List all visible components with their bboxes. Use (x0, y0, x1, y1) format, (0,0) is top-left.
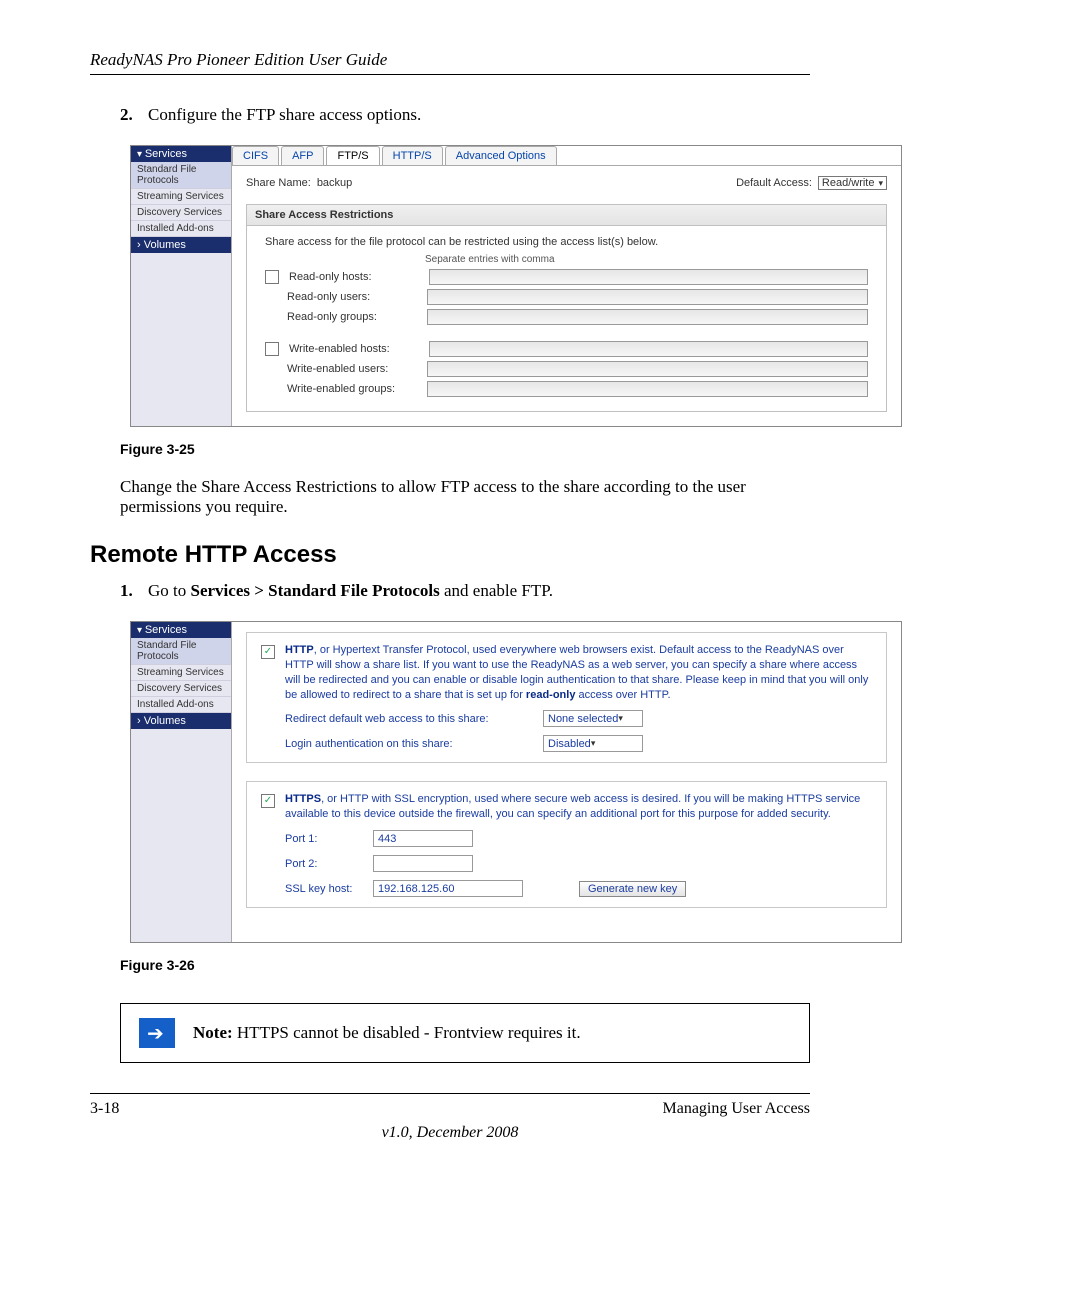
https-text: , or HTTP with SSL encryption, used wher… (285, 793, 860, 820)
step-1b-suffix: and enable FTP. (440, 581, 553, 600)
sidebar-item-discovery-services[interactable]: Discovery Services (131, 681, 231, 697)
port1-input[interactable]: 443 (373, 830, 473, 847)
main-panel: HTTP, or Hypertext Transfer Protocol, us… (232, 622, 901, 942)
sidebar-item-discovery-services[interactable]: Discovery Services (131, 205, 231, 221)
sidebar-item-standard-file-protocols[interactable]: Standard File Protocols (131, 638, 231, 665)
write-enabled-hosts-label: Write-enabled hosts: (289, 343, 419, 355)
read-only-checkbox[interactable] (265, 270, 279, 284)
share-access-restrictions-panel: Share Access Restrictions Share access f… (246, 204, 887, 412)
panel-description: Share access for the file protocol can b… (265, 236, 868, 248)
footer-rule (90, 1093, 810, 1094)
http-enable-checkbox[interactable] (261, 645, 275, 659)
note-box: Note: HTTPS cannot be disabled - Frontvi… (120, 1003, 810, 1063)
read-only-users-label: Read-only users: (287, 291, 417, 303)
step-1b: 1. Go to Services > Standard File Protoc… (120, 581, 810, 601)
sidebar-heading-volumes[interactable]: Volumes (131, 713, 231, 729)
panel-hint: Separate entries with comma (425, 254, 868, 265)
tab-https[interactable]: HTTP/S (382, 146, 443, 165)
read-only-users-input[interactable] (427, 289, 868, 305)
share-name-value: backup (317, 177, 352, 189)
write-enabled-groups-label: Write-enabled groups: (287, 383, 417, 395)
sidebar-item-installed-addons[interactable]: Installed Add-ons (131, 697, 231, 713)
ssl-key-host-label: SSL key host: (285, 883, 365, 895)
section-heading-remote-http-access: Remote HTTP Access (90, 541, 810, 569)
read-only-hosts-input[interactable] (429, 269, 868, 285)
read-only-groups-label: Read-only groups: (287, 311, 417, 323)
port2-input[interactable] (373, 855, 473, 872)
figure-3-26-caption: Figure 3-26 (120, 957, 810, 973)
step-1b-number: 1. (120, 581, 148, 601)
footer-section: Managing User Access (662, 1100, 810, 1118)
panel-title: Share Access Restrictions (247, 205, 886, 226)
paragraph-after-fig25: Change the Share Access Restrictions to … (120, 477, 810, 517)
note-body: HTTPS cannot be disabled - Frontview req… (233, 1023, 581, 1042)
sidebar-item-installed-addons[interactable]: Installed Add-ons (131, 221, 231, 237)
sidebar-item-streaming-services[interactable]: Streaming Services (131, 665, 231, 681)
step-1b-prefix: Go to (148, 581, 191, 600)
share-info-row: Share Name: backup Default Access: Read/… (232, 166, 901, 204)
note-text: Note: HTTPS cannot be disabled - Frontvi… (193, 1023, 581, 1043)
write-enabled-groups-input[interactable] (427, 381, 868, 397)
footer-page-number: 3-18 (90, 1100, 119, 1118)
main-panel: CIFS AFP FTP/S HTTP/S Advanced Options S… (232, 146, 901, 426)
tab-bar: CIFS AFP FTP/S HTTP/S Advanced Options (232, 146, 901, 166)
redirect-select[interactable]: None selected (543, 710, 643, 727)
note-arrow-icon (139, 1018, 175, 1048)
http-bold2: read-only (526, 689, 576, 701)
write-enabled-users-label: Write-enabled users: (287, 363, 417, 375)
http-block: HTTP, or Hypertext Transfer Protocol, us… (246, 632, 887, 763)
http-bold: HTTP (285, 644, 314, 656)
sidebar-heading-services[interactable]: Services (131, 146, 231, 162)
write-enabled-hosts-input[interactable] (429, 341, 868, 357)
https-block: HTTPS, or HTTP with SSL encryption, used… (246, 781, 887, 908)
tab-advanced-options[interactable]: Advanced Options (445, 146, 557, 165)
login-auth-label: Login authentication on this share: (285, 738, 535, 750)
sidebar-item-streaming-services[interactable]: Streaming Services (131, 189, 231, 205)
step-2: 2. Configure the FTP share access option… (120, 105, 810, 125)
screenshot-fig-3-25: Services Standard File Protocols Streami… (130, 145, 902, 427)
generate-new-key-button[interactable]: Generate new key (579, 881, 686, 897)
screenshot-fig-3-26: Services Standard File Protocols Streami… (130, 621, 902, 943)
default-access-select[interactable]: Read/write (818, 176, 887, 190)
header-rule (90, 74, 810, 75)
footer: 3-18 Managing User Access (90, 1100, 810, 1118)
login-auth-select[interactable]: Disabled (543, 735, 643, 752)
sidebar-heading-volumes[interactable]: Volumes (131, 237, 231, 253)
write-enabled-users-input[interactable] (427, 361, 868, 377)
http-text2: access over HTTP. (575, 689, 670, 701)
https-bold: HTTPS (285, 793, 321, 805)
figure-3-25-caption: Figure 3-25 (120, 441, 810, 457)
port1-label: Port 1: (285, 833, 365, 845)
step-2-text: Configure the FTP share access options. (148, 105, 421, 125)
footer-version: v1.0, December 2008 (90, 1124, 810, 1142)
https-enable-checkbox[interactable] (261, 794, 275, 808)
read-only-groups-input[interactable] (427, 309, 868, 325)
port2-label: Port 2: (285, 858, 365, 870)
step-1b-text: Go to Services > Standard File Protocols… (148, 581, 553, 601)
default-access-label: Default Access: (736, 177, 812, 189)
https-description: HTTPS, or HTTP with SSL encryption, used… (285, 792, 872, 822)
step-2-number: 2. (120, 105, 148, 125)
step-1b-bold: Services > Standard File Protocols (191, 581, 440, 600)
tab-ftps[interactable]: FTP/S (326, 146, 379, 165)
share-name-label: Share Name: (246, 177, 311, 189)
note-label: Note: (193, 1023, 233, 1042)
redirect-label: Redirect default web access to this shar… (285, 713, 535, 725)
sidebar: Services Standard File Protocols Streami… (131, 622, 232, 942)
tab-afp[interactable]: AFP (281, 146, 324, 165)
ssl-key-host-input[interactable]: 192.168.125.60 (373, 880, 523, 897)
sidebar: Services Standard File Protocols Streami… (131, 146, 232, 426)
read-only-hosts-label: Read-only hosts: (289, 271, 419, 283)
sidebar-item-standard-file-protocols[interactable]: Standard File Protocols (131, 162, 231, 189)
doc-header-title: ReadyNAS Pro Pioneer Edition User Guide (90, 50, 810, 70)
http-description: HTTP, or Hypertext Transfer Protocol, us… (285, 643, 872, 702)
sidebar-heading-services[interactable]: Services (131, 622, 231, 638)
write-enabled-checkbox[interactable] (265, 342, 279, 356)
tab-cifs[interactable]: CIFS (232, 146, 279, 165)
